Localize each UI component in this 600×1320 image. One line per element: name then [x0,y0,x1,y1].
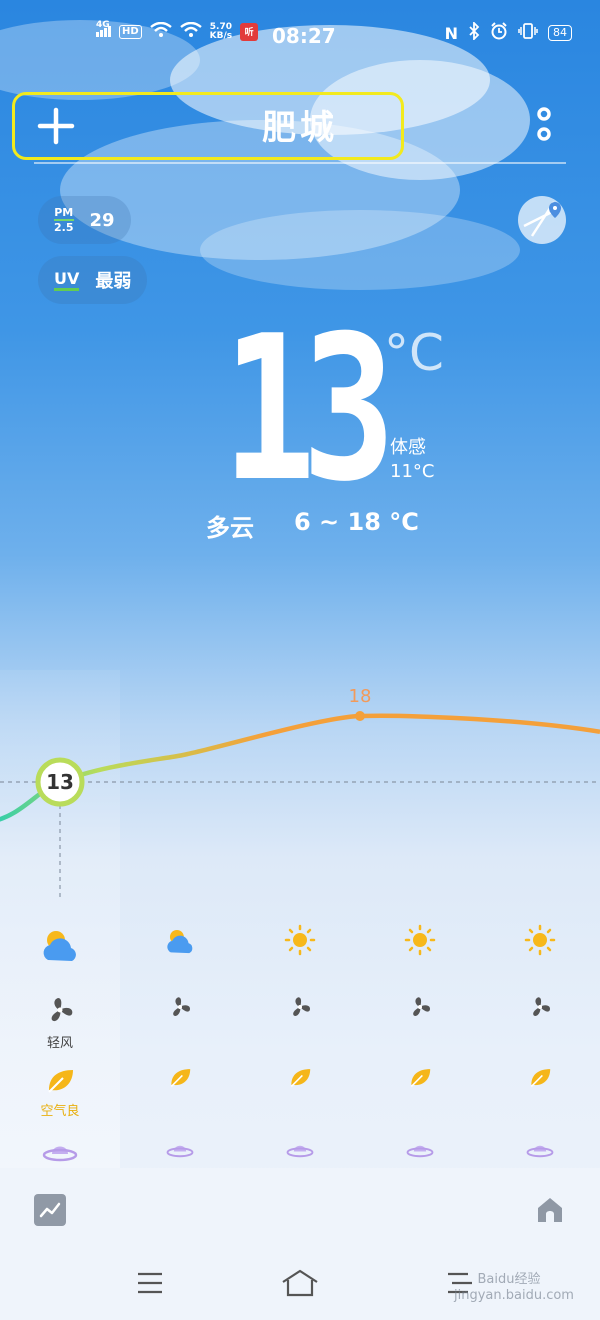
partly-cloudy-icon [167,929,193,954]
home-nav-icon [282,1269,318,1297]
pm25-value: 29 [89,209,115,231]
current-temperature: 13 [222,293,396,526]
header-divider [34,162,566,164]
fan-icon [293,997,311,1016]
forecast-cell-5[interactable] [480,924,600,960]
max-temp-label: 18 [349,686,372,707]
bottom-bar: Baidu经验 jingyan.baidu.com [0,1168,600,1320]
nfc-icon: N [444,23,458,43]
map-pin-icon [523,201,561,237]
temperature-range: 6 ~ 18 °C [294,508,419,536]
pm-label-bottom: 2.5 [54,221,74,234]
pm25-icon: PM 2.5 [54,207,74,233]
hat-cell-5[interactable] [480,1140,600,1164]
wind-cell-5[interactable] [480,994,600,1024]
top-bar: 肥城 [0,90,600,160]
city-name[interactable]: 肥城 [0,100,600,149]
status-bar: 4G HD 5.70 KB/s 听 08:27 N 84 [0,0,600,72]
leaf-icon [48,1070,73,1093]
wifi-icon [149,21,172,41]
pm-label-top: PM [54,206,74,219]
hat-cell-1[interactable] [0,1140,120,1168]
hat-icon [42,1146,78,1162]
home-button[interactable] [534,1194,566,1226]
forecast-cell-1[interactable] [0,924,120,968]
forecast-cell-4[interactable] [360,924,480,960]
uv-value: 最弱 [95,271,132,292]
weather-condition: 多云 [206,514,254,542]
fan-icon [173,997,191,1016]
hat-icon [166,1145,194,1158]
leaf-icon [290,1069,311,1087]
temperature-unit: °C [384,324,444,382]
hat-icon [406,1145,434,1158]
weather-screen: 4G HD 5.70 KB/s 听 08:27 N 84 肥城 PM 2.5 2… [0,0,600,1320]
air-cell-1[interactable]: 空气良 [0,1066,120,1119]
speed-unit: KB/s [209,30,233,41]
hat-icon [286,1145,314,1158]
signal-icon: 4G [96,20,111,37]
hat-cell-3[interactable] [240,1140,360,1164]
air-cell-3[interactable] [240,1066,360,1092]
forecast-cell-2[interactable] [120,924,240,960]
app-notification-icon: 听 [240,22,259,41]
leaf-icon [530,1069,551,1087]
temperature-line [0,713,600,822]
hat-cell-4[interactable] [360,1140,480,1164]
sun-icon [404,924,436,956]
home-nav-button[interactable] [280,1268,320,1298]
more-vertical-icon [537,107,551,141]
feels-like: 体感 11°C [390,436,434,484]
fan-icon [51,998,73,1022]
leaf-icon [170,1069,191,1087]
air-cell-2[interactable] [120,1066,240,1092]
hd-badge: HD [119,24,142,39]
network-speed: 5.70 KB/s [209,22,233,41]
leaf-icon [410,1069,431,1087]
air-cell-4[interactable] [360,1066,480,1092]
feels-like-label: 体感 [390,437,426,458]
watermark: Baidu经验 jingyan.baidu.com [454,1272,574,1303]
wind-cell-3[interactable] [240,994,360,1024]
hat-icon [526,1145,554,1158]
max-temp-point [355,711,365,721]
clock: 08:27 [272,24,336,48]
pm25-badge[interactable]: PM 2.5 29 [38,196,131,244]
wind-cell-4[interactable] [360,994,480,1024]
map-button[interactable] [518,196,566,244]
uv-badge[interactable]: UV 最弱 [38,256,148,304]
partly-cloudy-icon [43,931,76,961]
air-cell-5[interactable] [480,1066,600,1092]
trend-chart-icon [39,1202,61,1218]
menu-nav-button[interactable] [130,1268,170,1298]
forecast-cell-3[interactable] [240,924,360,960]
air-quality-label: 空气良 [40,1104,80,1119]
battery-icon: 84 [548,25,572,41]
alarm-icon [490,22,508,44]
wind-label: 轻风 [46,1036,73,1051]
vibrate-icon [518,22,538,44]
uv-icon: UV [54,269,80,291]
temperature-trend-chart[interactable]: 18 13 [0,670,600,910]
bluetooth-icon [468,20,480,44]
menu-icon [138,1272,162,1294]
sun-icon [284,924,316,956]
sun-icon [524,924,556,956]
fan-icon [533,997,551,1016]
home-icon [538,1198,562,1222]
wind-cell-2[interactable] [120,994,240,1024]
network-type: 4G [96,20,110,30]
current-temp-label: 13 [46,770,74,794]
wind-cell-1[interactable]: 轻风 [0,994,120,1051]
fan-icon [413,997,431,1016]
trend-chart-button[interactable] [34,1194,66,1226]
hat-cell-2[interactable] [120,1140,240,1164]
feels-like-value: 11°C [390,461,435,482]
more-options-button[interactable] [532,104,556,148]
wifi-icon-2 [179,21,202,41]
